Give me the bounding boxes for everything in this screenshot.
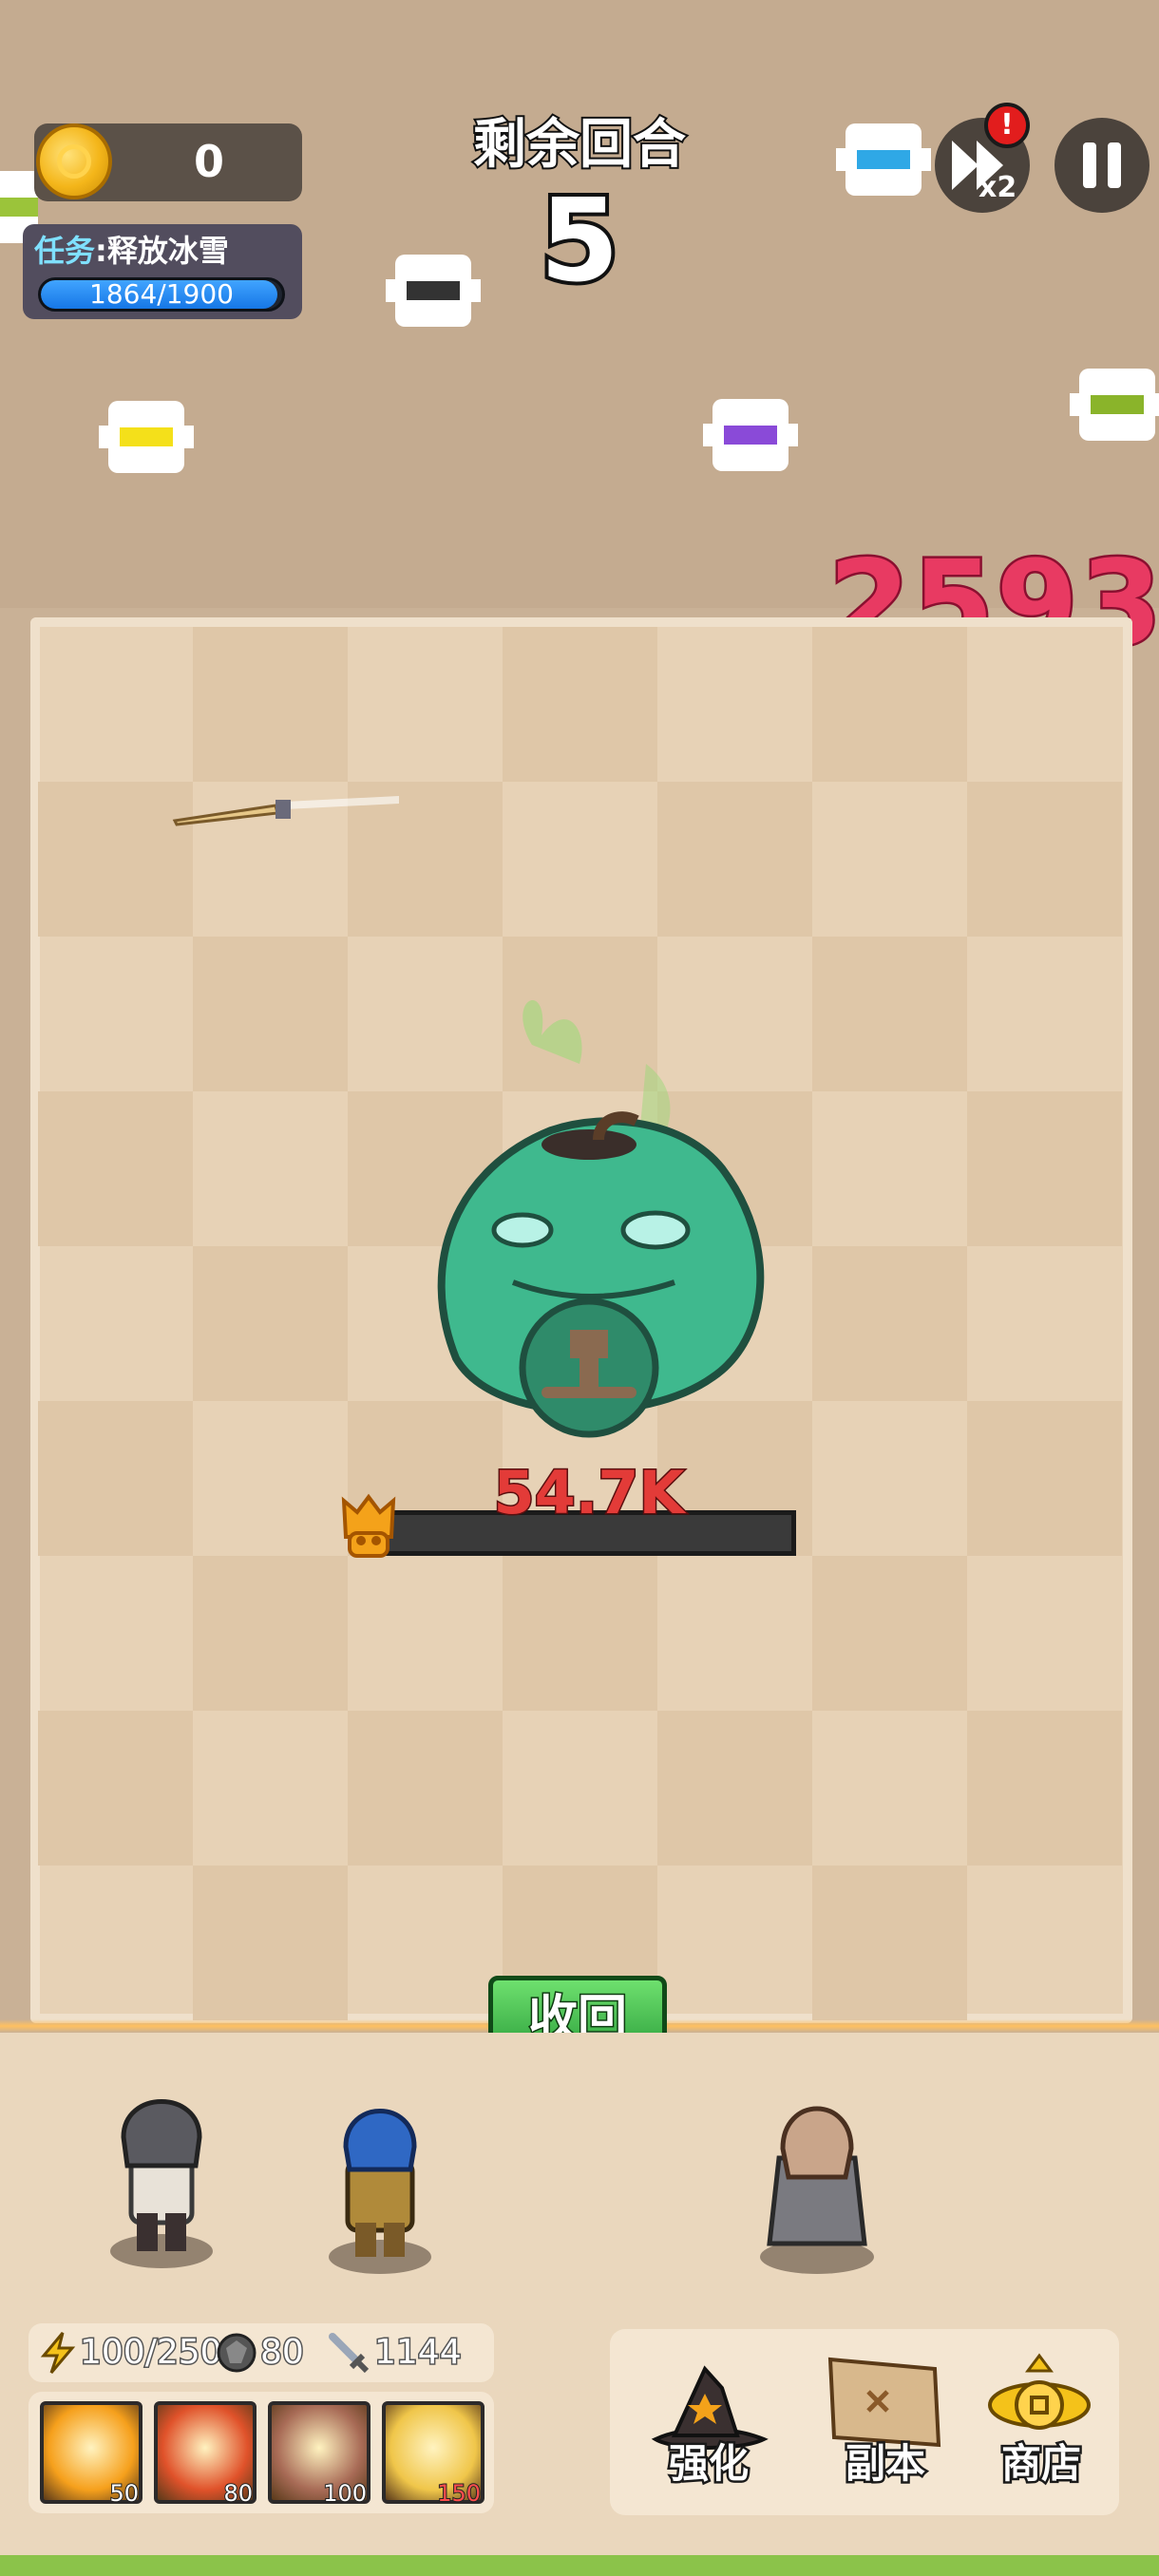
board-cell: [38, 1711, 193, 1866]
white-peg-blue: [836, 123, 931, 196]
shop-button[interactable]: 商店: [975, 2437, 1108, 2491]
board-cell: [967, 1091, 1122, 1246]
board-cell: [967, 1401, 1122, 1556]
turns-remaining-count: 5: [536, 176, 623, 308]
white-peg-yellow: [99, 401, 194, 473]
skill-cost: 100: [322, 2479, 368, 2508]
stone-value: 80: [259, 2332, 306, 2374]
boss-skull-icon: [341, 1493, 396, 1558]
board-cell: [193, 627, 348, 782]
white-peg-purple: [703, 399, 798, 471]
quest-progress-text: 1864/1900: [89, 278, 234, 310]
board-cell: [38, 1401, 193, 1556]
board-cell: [193, 1556, 348, 1711]
hero-blue-hair[interactable]: [323, 2093, 437, 2274]
board-cell: [193, 937, 348, 1091]
quest-prefix: 任务: [34, 233, 96, 269]
skill-cost: 50: [108, 2479, 140, 2508]
board-cell: [967, 782, 1122, 937]
turns-remaining-title: 剩余回合: [471, 112, 688, 178]
board-cell: [657, 1711, 812, 1866]
bottom-grass-edge: [0, 2555, 1159, 2576]
white-peg-lime: [1070, 369, 1159, 441]
speed-multiplier-label: x2: [978, 171, 1017, 204]
board-cell: [38, 782, 193, 937]
board-cell: [812, 937, 967, 1091]
skill-cost: 80: [222, 2479, 254, 2508]
gold-coin-shop-icon: [988, 2353, 1091, 2430]
board-cell: [503, 1556, 657, 1711]
pause-icon: [1083, 142, 1121, 188]
quest-label: 任务:释放冰雪: [34, 230, 229, 272]
hero-grey-hair[interactable]: [104, 2080, 218, 2270]
board-cell: [348, 1711, 503, 1866]
board-cell: [503, 627, 657, 782]
energy-icon: [40, 2332, 76, 2374]
attack-value: 1144: [373, 2332, 464, 2374]
board-cell: [967, 1711, 1122, 1866]
bomb-ghost-boss[interactable]: [399, 978, 798, 1510]
dungeon-button[interactable]: 副本: [819, 2437, 952, 2491]
board-cell: [812, 1866, 967, 2020]
coin-count: 0: [193, 136, 224, 187]
hero-cloaked[interactable]: [750, 2082, 884, 2276]
speed-alert-badge: !: [984, 103, 1030, 148]
skill-cost: 150: [436, 2479, 482, 2508]
white-peg-black: [386, 255, 481, 327]
pause-button[interactable]: [1054, 118, 1150, 213]
board-cell: [657, 782, 812, 937]
board-cell: [193, 1246, 348, 1401]
quest-name: :释放冰雪: [95, 233, 229, 269]
flying-sword-icon: [172, 796, 399, 826]
boss-hp-text: 54.7K: [492, 1457, 686, 1529]
board-cell: [193, 1866, 348, 2020]
board-cell: [812, 1556, 967, 1711]
stone-icon: [217, 2333, 256, 2373]
board-cell: [812, 1246, 967, 1401]
board-cell: [812, 627, 967, 782]
coin-icon: [36, 123, 112, 199]
sword-icon: [329, 2333, 370, 2374]
energy-value: 100/250: [79, 2332, 224, 2374]
upgrade-button[interactable]: 强化: [642, 2437, 775, 2491]
board-cell: [38, 1091, 193, 1246]
